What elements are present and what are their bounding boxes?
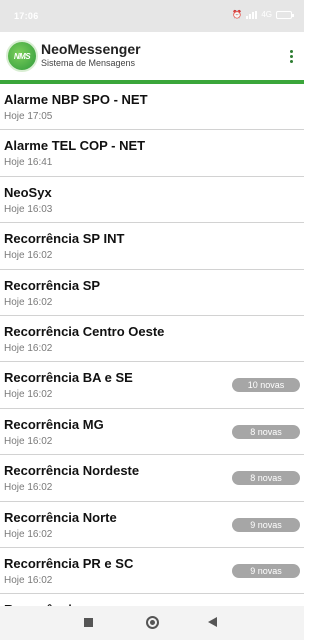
more-vert-icon[interactable] xyxy=(288,50,294,63)
conversation-item[interactable]: Recorrência xyxy=(0,594,304,606)
recents-square-icon[interactable] xyxy=(84,618,93,627)
conversation-item[interactable]: Recorrência Nordeste Hoje 16:02 8 novas xyxy=(0,455,304,502)
conversation-title: Recorrência SP INT xyxy=(4,231,125,247)
conversation-time: Hoje 16:02 xyxy=(4,389,53,401)
conversation-time: Hoje 16:02 xyxy=(4,574,53,586)
navigation-bar xyxy=(0,606,304,640)
conversation-item[interactable]: Alarme TEL COP - NET Hoje 16:41 xyxy=(0,130,304,177)
status-bar: 17:06 ⏰ 4G xyxy=(0,0,304,32)
conversation-time: Hoje 16:02 xyxy=(4,342,53,354)
conversation-time: Hoje 16:02 xyxy=(4,528,53,540)
conversation-item[interactable]: NeoSyx Hoje 16:03 xyxy=(0,177,304,224)
unread-badge: 8 novas xyxy=(232,424,300,439)
conversation-item[interactable]: Recorrência BA e SE Hoje 16:02 10 novas xyxy=(0,362,304,409)
unread-badge: 8 novas xyxy=(232,471,300,486)
conversation-title: Recorrência Nordeste xyxy=(4,463,140,479)
app-title: NeoMessenger xyxy=(41,41,141,57)
conversation-item[interactable]: Recorrência Centro Oeste Hoje 16:02 xyxy=(0,316,304,363)
conversation-time: Hoje 16:02 xyxy=(4,435,53,447)
conversation-list[interactable]: Alarme NBP SPO - NET Hoje 17:05 Alarme TEL… xyxy=(0,84,304,606)
conversation-time: Hoje 16:02 xyxy=(4,296,53,308)
app-bar: NMS NeoMessenger Sistema de Mensagens xyxy=(0,32,304,80)
conversation-title: Recorrência MG xyxy=(4,416,104,432)
network-type: 4G xyxy=(261,10,272,19)
conversation-time: Hoje 17:05 xyxy=(4,111,53,122)
conversation-item[interactable]: Recorrência SP Hoje 16:02 xyxy=(0,270,304,316)
conversation-time: Hoje 16:41 xyxy=(4,157,53,169)
unread-badge: 9 novas xyxy=(232,517,300,532)
conversation-title: Recorrência BA e SE xyxy=(4,370,133,386)
conversation-item[interactable]: Alarme NBP SPO - NET Hoje 17:05 xyxy=(0,84,304,131)
status-time: 17:06 xyxy=(14,11,39,21)
conversation-title: NeoSyx xyxy=(4,184,52,200)
signal-icon xyxy=(246,10,258,19)
conversation-title: Recorrência Norte xyxy=(4,509,117,525)
back-triangle-icon[interactable] xyxy=(208,617,217,627)
conversation-title: Recorrência Centro Oeste xyxy=(4,323,165,339)
conversation-title: Recorrência PR e SC xyxy=(4,555,134,571)
unread-badge: 9 novas xyxy=(232,563,300,578)
conversation-time: Hoje 16:02 xyxy=(4,482,53,494)
conversation-title: Alarme NBP SPO - NET xyxy=(4,92,148,107)
conversation-title: Recorrência SP xyxy=(4,277,101,293)
home-circle-icon[interactable] xyxy=(146,616,159,629)
app-subtitle: Sistema de Mensagens xyxy=(41,58,136,68)
app-logo: NMS xyxy=(6,40,38,72)
conversation-item[interactable]: Recorrência MG Hoje 16:02 8 novas xyxy=(0,409,304,456)
conversation-item[interactable]: Recorrência PR e SC Hoje 16:02 9 novas xyxy=(0,548,304,595)
battery-icon xyxy=(276,10,294,19)
unread-badge: 10 novas xyxy=(232,378,300,393)
conversation-title: Alarme TEL COP - NET xyxy=(4,138,146,154)
conversation-time: Hoje 16:02 xyxy=(4,250,53,262)
status-icons: ⏰ 4G xyxy=(232,10,294,19)
conversation-item[interactable]: Recorrência SP INT Hoje 16:02 xyxy=(0,223,304,270)
alarm-icon: ⏰ xyxy=(232,10,243,19)
conversation-time: Hoje 16:03 xyxy=(4,203,53,215)
logo-text: NMS xyxy=(13,51,31,61)
conversation-item[interactable]: Recorrência Norte Hoje 16:02 9 novas xyxy=(0,502,304,548)
